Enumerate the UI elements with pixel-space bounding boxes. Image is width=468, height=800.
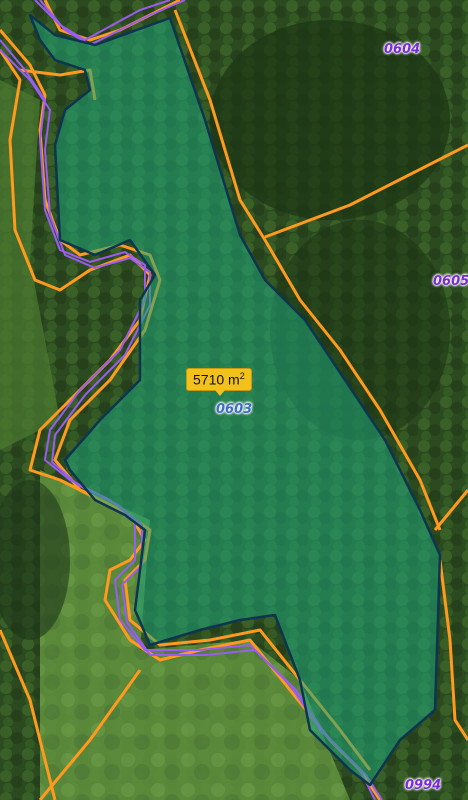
map-canvas[interactable]: [0, 0, 468, 800]
parcel-label-0605[interactable]: 0605: [433, 274, 468, 289]
area-value: 5710 m: [193, 371, 240, 388]
map-view[interactable]: 0604 0605 0603 0994 5710 m2: [0, 0, 468, 800]
area-measurement-badge: 5710 m2: [186, 368, 252, 396]
parcel-label-0994[interactable]: 0994: [405, 778, 441, 793]
parcel-label-0604[interactable]: 0604: [384, 42, 420, 57]
area-unit-exponent: 2: [239, 371, 245, 381]
parcel-label-0603[interactable]: 0603: [216, 402, 252, 417]
